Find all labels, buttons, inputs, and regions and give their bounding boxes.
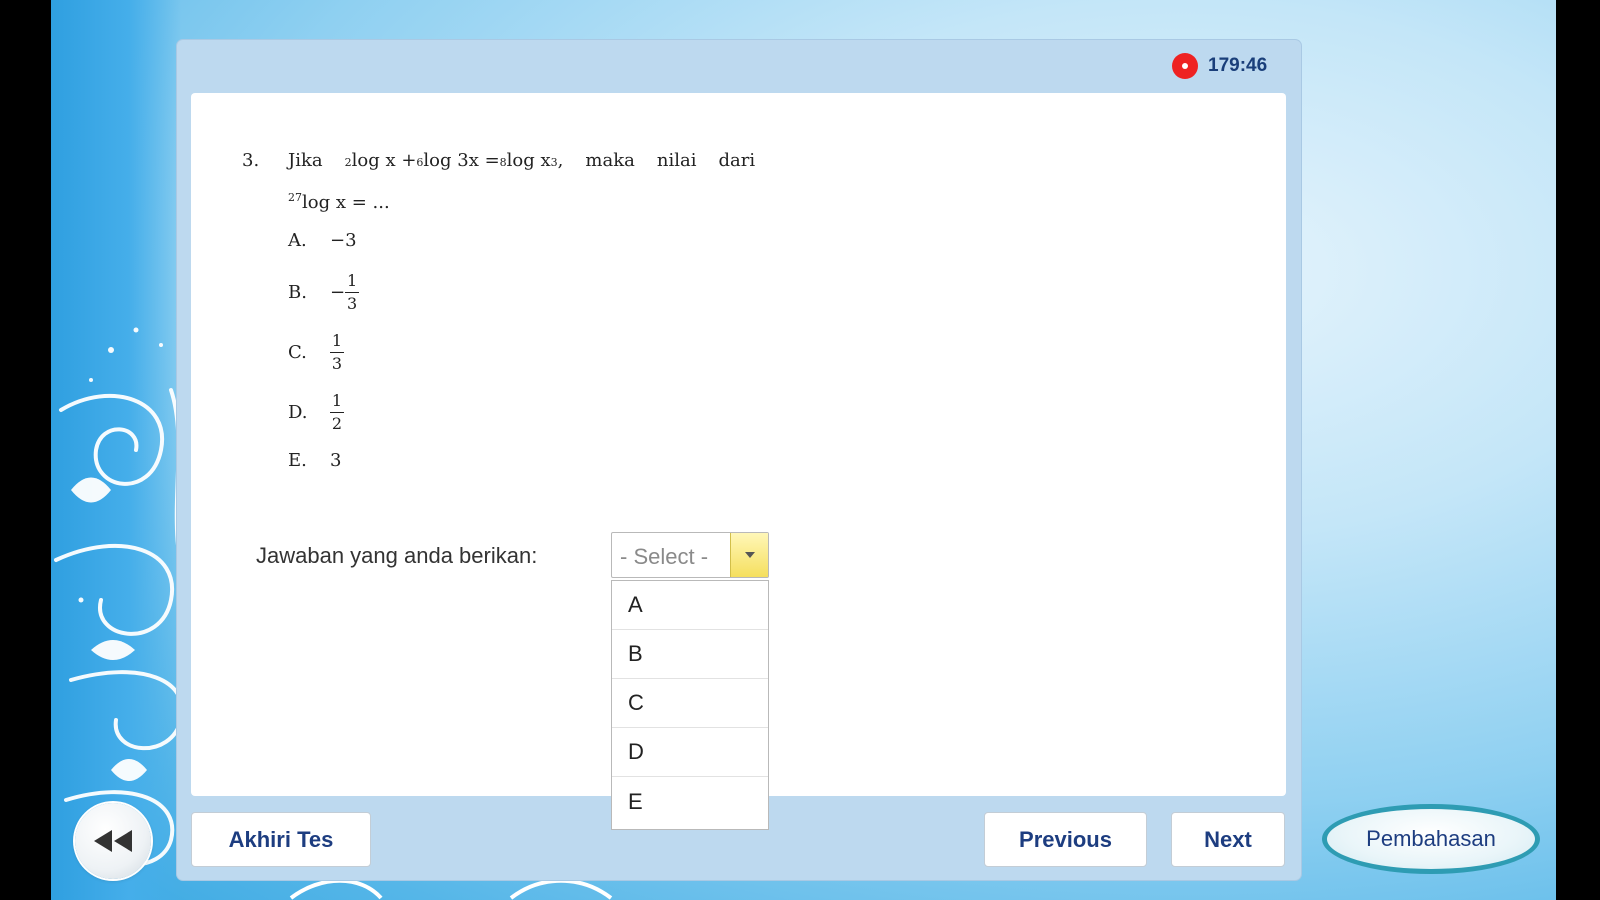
answer-select[interactable]: - Select -: [611, 532, 769, 578]
question-line-1: 3. Jika 2 log x + 6 log 3x = 8 log x3, maka…: [242, 150, 755, 171]
option-letter: C.: [288, 341, 307, 363]
exponent: 3: [550, 156, 558, 169]
rewind-icon: [94, 830, 132, 852]
question-block: 3. Jika 2 log x + 6 log 3x = 8 log x3, maka…: [242, 150, 755, 487]
denominator: 3: [331, 353, 343, 373]
log-base-2: 6: [416, 156, 424, 169]
log-term-3: log x: [506, 150, 551, 171]
option-letter: A.: [288, 229, 307, 251]
next-button[interactable]: Next: [1171, 812, 1285, 867]
numerator: 1: [347, 270, 358, 290]
comma: ,: [557, 150, 564, 171]
log-base-1: 2: [344, 156, 352, 169]
dropdown-option-b[interactable]: B: [612, 630, 768, 679]
option-letter: E.: [288, 449, 307, 471]
option-value: 3: [330, 449, 342, 471]
numerator: 1: [331, 390, 343, 410]
option-d: D. 1 2: [288, 387, 755, 437]
option-c: C. 1 3: [288, 327, 755, 377]
option-e: E. 3: [288, 447, 755, 473]
end-test-button[interactable]: Akhiri Tes: [191, 812, 371, 867]
option-value: −3: [330, 229, 357, 251]
word-dari: dari: [718, 150, 756, 171]
log-base-4: 27: [288, 191, 302, 204]
word-maka: maka: [585, 150, 635, 171]
dropdown-option-e[interactable]: E: [612, 777, 768, 826]
option-letter: B.: [288, 281, 307, 303]
log-term-1: log x +: [351, 150, 417, 171]
fraction: 1 3: [345, 270, 360, 313]
option-letter: D.: [288, 401, 308, 423]
option-a: A. −3: [288, 227, 755, 253]
timer: 179:46: [1172, 53, 1267, 79]
log-term-4: log x = ...: [302, 192, 390, 213]
fraction: 1 2: [330, 392, 344, 432]
rewind-button[interactable]: [75, 803, 151, 879]
option-b: B. − 1 3: [288, 267, 755, 317]
denominator: 3: [347, 293, 358, 313]
answer-options: A. −3 B. − 1 3 C. 1 3 D. 1 2 E. 3: [242, 227, 755, 473]
dropdown-option-a[interactable]: A: [612, 581, 768, 630]
log-base-3: 8: [499, 156, 507, 169]
denominator: 2: [331, 413, 343, 433]
question-line-2: 27log x = ...: [242, 191, 755, 213]
word-nilai: nilai: [656, 150, 697, 171]
previous-button[interactable]: Previous: [984, 812, 1147, 867]
answer-label: Jawaban yang anda berikan:: [256, 543, 538, 568]
log-term-2: log 3x =: [423, 150, 500, 171]
option-sign: −: [330, 281, 346, 303]
select-value: - Select -: [620, 544, 709, 569]
question-number: 3.: [242, 150, 260, 171]
question-intro: Jika: [288, 150, 323, 171]
dropdown-option-d[interactable]: D: [612, 728, 768, 777]
record-icon: [1172, 53, 1198, 79]
discussion-button[interactable]: Pembahasan: [1322, 804, 1540, 874]
timer-value: 179:46: [1208, 55, 1268, 76]
dropdown-option-c[interactable]: C: [612, 679, 768, 728]
chevron-down-icon[interactable]: [730, 533, 768, 577]
numerator: 1: [331, 330, 343, 350]
fraction: 1 3: [330, 332, 344, 372]
answer-dropdown-list: A B C D E: [611, 580, 769, 830]
